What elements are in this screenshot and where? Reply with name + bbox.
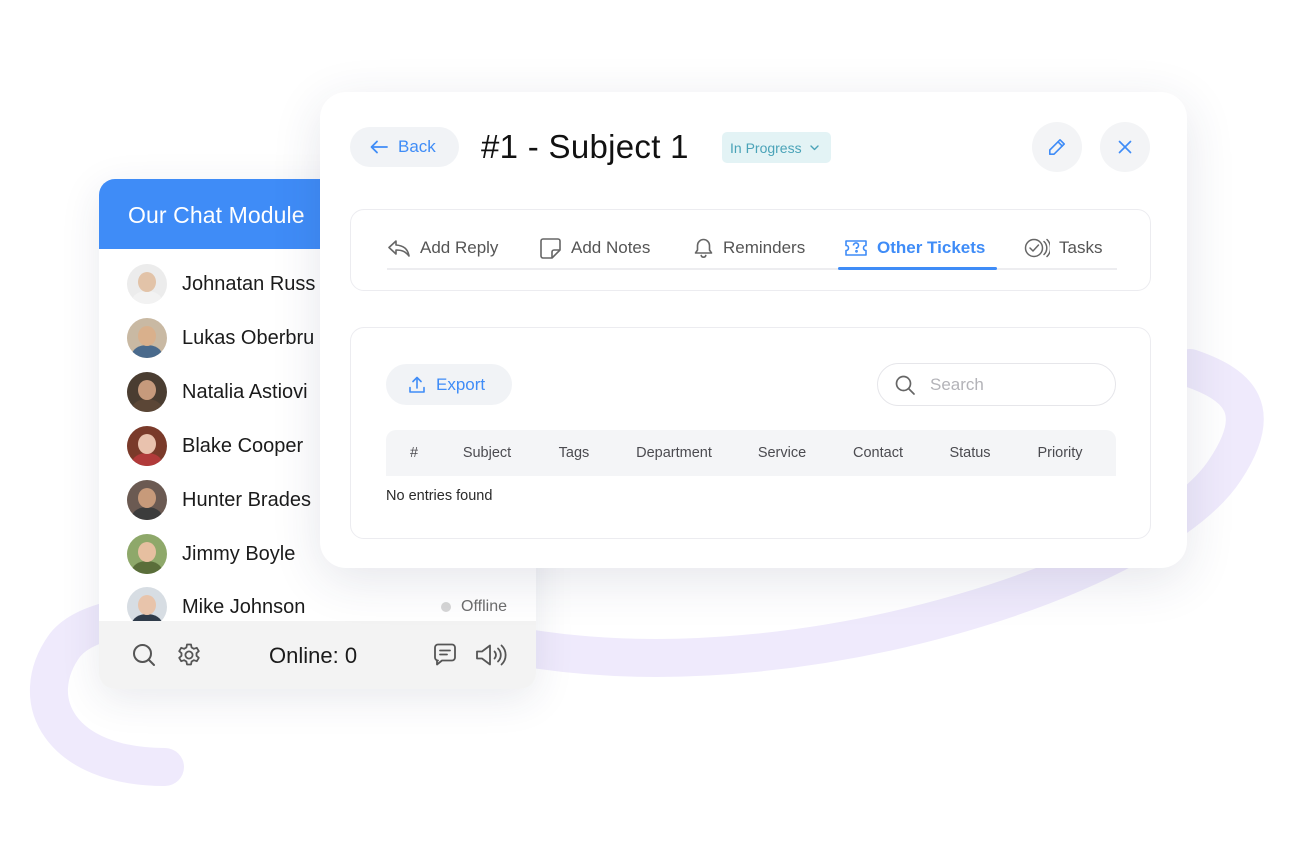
column-header-number[interactable]: # (410, 445, 418, 461)
contact-name: Natalia Astiovi (182, 380, 308, 403)
column-header-subject[interactable]: Subject (463, 445, 511, 461)
column-header-department[interactable]: Department (636, 445, 712, 461)
contact-name: Blake Cooper (182, 434, 304, 457)
status-label: In Progress (730, 139, 802, 156)
tabs-divider (387, 268, 1117, 270)
ticket-tabs: Add Reply Add Notes Reminders Other Tick… (350, 209, 1151, 291)
ticket-panel: Back #1 - Subject 1 In Progress Add Repl… (320, 92, 1187, 568)
tab-label: Reminders (723, 238, 806, 257)
chevron-down-icon (809, 144, 819, 150)
search-field[interactable] (877, 363, 1116, 406)
contact-status-label: Offline (461, 598, 507, 615)
export-button-label: Export (436, 374, 486, 394)
tab-label: Add Notes (571, 238, 651, 257)
tab-reminders[interactable]: Reminders (693, 234, 805, 262)
contact-name: Hunter Brades (182, 488, 311, 511)
pencil-icon (1049, 139, 1065, 155)
bell-icon (694, 238, 713, 258)
search-input[interactable] (930, 374, 1100, 395)
avatar (127, 372, 167, 412)
contact-name: Mike Johnson (182, 595, 306, 618)
speaker-icon[interactable] (475, 642, 507, 668)
contact-status: Offline (441, 598, 507, 616)
ticket-title: #1 - Subject 1 (481, 128, 689, 165)
avatar (127, 264, 167, 304)
tab-label: Add Reply (420, 238, 499, 257)
avatar (127, 534, 167, 574)
contact-name: Lukas Oberbru (182, 326, 315, 349)
export-button[interactable]: Export (386, 364, 512, 405)
reply-icon (388, 240, 410, 257)
chat-contact-item[interactable]: Mike Johnson Offline (127, 587, 517, 621)
avatar (127, 480, 167, 520)
tickets-table-card: Export # Subject Tags Department Service… (350, 327, 1151, 539)
chat-bubble-icon[interactable] (432, 642, 458, 668)
ticket-icon (845, 240, 867, 256)
edit-button[interactable] (1032, 122, 1082, 172)
note-icon (540, 237, 561, 259)
chat-footer: Online: 0 (99, 621, 536, 689)
close-button[interactable] (1100, 122, 1150, 172)
back-button-label: Back (398, 137, 436, 156)
avatar (127, 318, 167, 358)
task-check-icon (1024, 238, 1050, 258)
contact-name: Jimmy Boyle (182, 542, 296, 565)
avatar (127, 426, 167, 466)
status-dropdown[interactable]: In Progress (722, 132, 831, 163)
online-count: Online: 0 (269, 643, 358, 668)
arrow-left-icon (370, 140, 388, 154)
empty-table-message: No entries found (386, 488, 493, 504)
table-header: # Subject Tags Department Service Contac… (386, 430, 1116, 476)
tab-label: Tasks (1059, 238, 1103, 257)
tab-other-tickets[interactable]: Other Tickets (844, 234, 985, 262)
offline-status-dot (441, 602, 452, 612)
column-header-priority[interactable]: Priority (1037, 445, 1082, 461)
close-icon (1118, 140, 1132, 154)
column-header-service[interactable]: Service (758, 445, 806, 461)
active-tab-indicator (838, 267, 997, 270)
tab-label: Other Tickets (877, 238, 986, 257)
search-icon (895, 375, 915, 395)
back-button[interactable]: Back (350, 127, 459, 167)
avatar (127, 587, 167, 621)
column-header-tags[interactable]: Tags (559, 445, 590, 461)
search-icon[interactable] (131, 642, 157, 668)
contact-name: Johnatan Russ (182, 272, 316, 295)
column-header-status[interactable]: Status (949, 445, 990, 461)
tab-add-reply[interactable]: Add Reply (387, 234, 498, 262)
upload-icon (409, 376, 425, 393)
column-header-contact[interactable]: Contact (853, 445, 903, 461)
gear-icon[interactable] (176, 642, 202, 668)
tab-tasks[interactable]: Tasks (1024, 234, 1102, 262)
tab-add-notes[interactable]: Add Notes (539, 234, 650, 262)
